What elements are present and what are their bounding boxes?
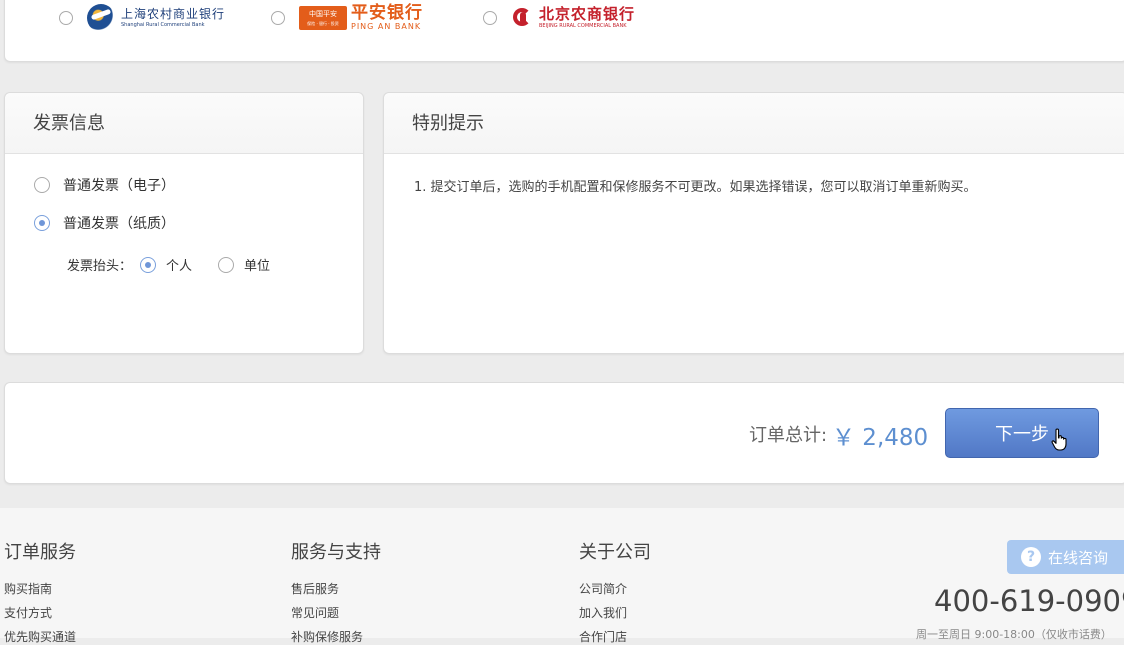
footer: 订单服务 购买指南 支付方式 优先购买通道 服务与支持 售后服务 常见问题 补购…	[0, 508, 1124, 644]
srcb-emblem-icon	[87, 4, 115, 32]
bjrcb-name-cn: 北京农商银行	[539, 5, 636, 23]
invoice-header-company-radio[interactable]	[218, 256, 235, 273]
bjrcb-name-en: BEIJING RURAL COMMERCIAL BANK	[539, 23, 627, 29]
pingan-emblem-icon: 中国平安 保险 · 银行 · 投资	[299, 6, 347, 30]
footer-link[interactable]: 售后服务	[291, 580, 339, 597]
order-total-value: ￥ 2,480	[832, 425, 929, 451]
footer-link[interactable]: 公司简介	[579, 580, 627, 597]
invoice-electronic-radio[interactable]	[34, 177, 50, 193]
srcb-name-en: Shanghai Rural Commercial Bank	[121, 22, 205, 28]
pingan-bank-logo: 中国平安 保险 · 银行 · 投资 平安银行 PING AN BANK	[299, 5, 423, 31]
notice-text: 1. 提交订单后，选购的手机配置和保修服务不可更改。如果选择错误，您可以取消订单…	[414, 180, 977, 195]
next-step-button[interactable]: 下一步	[945, 408, 1099, 458]
invoice-header-label: 发票抬头：	[67, 259, 133, 274]
pingan-name-cn: 平安银行	[351, 3, 423, 23]
footer-col-title: 订单服务	[4, 542, 76, 563]
invoice-paper-label: 普通发票（纸质）	[63, 216, 175, 232]
online-chat-button[interactable]: ? 在线咨询	[1007, 540, 1124, 574]
shanghai-rural-bank-logo: 上海农村商业银行 Shanghai Rural Commercial Bank	[87, 4, 225, 32]
pingan-box-text: 中国平安	[309, 10, 337, 18]
beijing-rural-bank-logo: 北京农商银行 BEIJING RURAL COMMERCIAL BANK	[511, 6, 635, 30]
hand-cursor-icon	[1051, 428, 1067, 451]
bank-option-beijing-rural[interactable]: 北京农商银行 BEIJING RURAL COMMERCIAL BANK	[483, 1, 635, 35]
footer-col-title: 服务与支持	[291, 542, 381, 563]
invoice-paper-radio[interactable]	[34, 215, 50, 231]
footer-link[interactable]: 优先购买通道	[4, 628, 76, 645]
footer-link[interactable]: 补购保修服务	[291, 628, 363, 645]
order-total-label: 订单总计:	[749, 425, 828, 446]
notice-panel-title: 特别提示	[384, 93, 1124, 154]
invoice-header-row: 发票抬头： 个人 单位	[67, 255, 270, 274]
pingan-box-subtext: 保险 · 银行 · 投资	[307, 21, 339, 26]
bjrcb-emblem-icon	[511, 6, 535, 30]
service-hours: 周一至周日 9:00-18:00（仅收市话费）	[916, 628, 1112, 641]
invoice-header-personal-radio[interactable]	[140, 256, 157, 273]
footer-link[interactable]: 加入我们	[579, 604, 627, 621]
invoice-header-personal-label[interactable]: 个人	[166, 255, 192, 274]
bank-selection-panel: 上海农村商业银行 Shanghai Rural Commercial Bank …	[4, 0, 1124, 62]
invoice-option-electronic[interactable]: 普通发票（电子）	[34, 175, 175, 195]
footer-link[interactable]: 合作门店	[579, 628, 627, 645]
invoice-panel-title: 发票信息	[5, 93, 363, 154]
notice-panel: 特别提示 1. 提交订单后，选购的手机配置和保修服务不可更改。如果选择错误，您可…	[383, 92, 1124, 354]
bank-radio-beijing-rural[interactable]	[483, 11, 497, 25]
footer-link[interactable]: 常见问题	[291, 604, 339, 621]
online-chat-label: 在线咨询	[1048, 548, 1109, 567]
bank-option-pingan[interactable]: 中国平安 保险 · 银行 · 投资 平安银行 PING AN BANK	[271, 1, 423, 35]
srcb-name-cn: 上海农村商业银行	[121, 7, 226, 21]
invoice-option-paper[interactable]: 普通发票（纸质）	[34, 213, 175, 233]
invoice-panel: 发票信息 普通发票（电子） 普通发票（纸质） 发票抬头： 个人 单位	[4, 92, 364, 354]
bank-radio-pingan[interactable]	[271, 11, 285, 25]
invoice-header-company-label[interactable]: 单位	[244, 255, 270, 274]
bank-radio-shanghai-rural[interactable]	[59, 11, 73, 25]
hotline-number: 400-619-0909	[934, 584, 1124, 618]
question-icon: ?	[1021, 547, 1041, 567]
invoice-electronic-label: 普通发票（电子）	[63, 178, 175, 194]
next-step-label: 下一步	[995, 424, 1049, 445]
order-total-panel: 订单总计: ￥ 2,480 下一步	[4, 382, 1124, 484]
footer-col-title: 关于公司	[579, 542, 651, 563]
pingan-name-en: PING AN BANK	[351, 22, 422, 31]
footer-link[interactable]: 购买指南	[4, 580, 52, 597]
footer-link[interactable]: 支付方式	[4, 604, 52, 621]
bank-option-shanghai-rural[interactable]: 上海农村商业银行 Shanghai Rural Commercial Bank	[59, 1, 225, 35]
